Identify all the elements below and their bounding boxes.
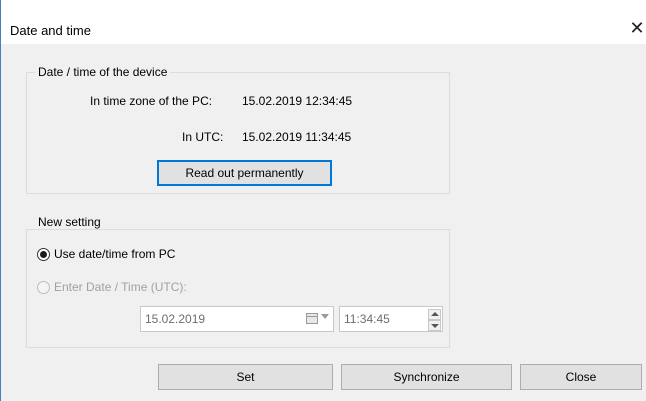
new-setting-legend: New setting — [35, 215, 104, 229]
use-pc-time-label[interactable]: Use date/time from PC — [54, 247, 175, 261]
enter-manual-time-radio[interactable] — [37, 281, 50, 294]
utc-label: In UTC: — [182, 130, 224, 144]
date-picker[interactable]: 15.02.2019 — [140, 306, 334, 332]
spin-down-icon[interactable] — [428, 320, 441, 331]
spin-up-icon[interactable] — [428, 309, 441, 320]
use-pc-time-radio[interactable] — [37, 248, 50, 261]
date-value: 15.02.2019 — [145, 312, 206, 326]
pc-zone-label: In time zone of the PC: — [90, 94, 213, 108]
synchronize-button[interactable]: Synchronize — [341, 364, 512, 390]
date-time-dialog: Date and time ✕ Date / time of the devic… — [0, 0, 646, 401]
time-spinner[interactable]: 11:34:45 — [339, 306, 443, 332]
read-out-permanently-button[interactable]: Read out permanently — [157, 160, 332, 186]
time-value: 11:34:45 — [344, 312, 390, 326]
calendar-icon[interactable] — [306, 313, 318, 324]
utc-value: 15.02.2019 11:34:45 — [242, 130, 352, 144]
close-icon[interactable]: ✕ — [627, 18, 646, 42]
window-title: Date and time — [10, 23, 91, 38]
title-bar: Date and time ✕ — [1, 0, 646, 44]
enter-manual-time-label[interactable]: Enter Date / Time (UTC): — [54, 280, 187, 294]
pc-zone-value: 15.02.2019 12:34:45 — [242, 94, 353, 108]
device-datetime-legend: Date / time of the device — [35, 65, 171, 79]
close-button[interactable]: Close — [520, 364, 642, 390]
set-button[interactable]: Set — [158, 364, 333, 390]
chevron-down-icon[interactable] — [321, 314, 329, 319]
